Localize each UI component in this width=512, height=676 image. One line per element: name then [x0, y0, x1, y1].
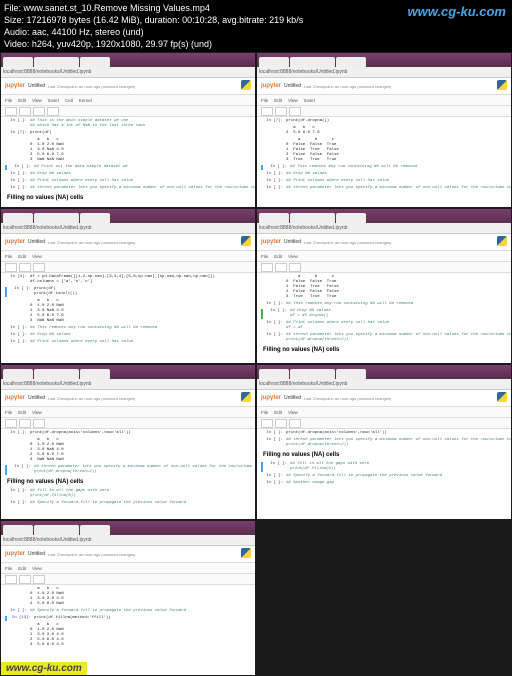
file-info-header: File: www.sanet.st_10.Remove Missing Val… — [0, 0, 512, 52]
checkpoint-status: Last Checkpoint: an hour ago (unsaved ch… — [48, 84, 135, 89]
thumbnail-3[interactable]: localhost:8888/notebooks/Untitled.ipynb … — [1, 209, 255, 363]
thumbnail-4[interactable]: localhost:8888/notebooks/Untitled.ipynb … — [257, 209, 511, 363]
watermark-top: www.cg-ku.com — [408, 4, 506, 19]
url-bar[interactable]: localhost:8888/notebooks/Untitled.ipynb — [1, 67, 255, 78]
audio-line: Audio: aac, 44100 Hz, stereo (und) — [4, 26, 508, 38]
url-bar[interactable]: localhost:8888/notebooks/Untitled.ipynb — [257, 67, 511, 78]
notebook-header: jupyter Untitled Last Checkpoint: an hou… — [1, 78, 255, 95]
code-cell-selected: In [ ]:## thresh parameter lets you spec… — [5, 465, 251, 475]
python-logo-icon — [241, 80, 251, 90]
video-line: Video: h264, yuv420p, 1920x1080, 29.97 f… — [4, 38, 508, 50]
code-cell-selected: In [ ]:## Print out the data simple data… — [5, 165, 251, 170]
thumbnail-7[interactable]: localhost:8888/notebooks/Untitled.ipynb … — [1, 521, 255, 675]
markdown-heading: Filling no values (NA) cells — [263, 347, 505, 353]
markdown-heading: Filling no values (NA) cells — [7, 195, 249, 201]
watermark-bottom: www.cg-ku.com — [1, 662, 87, 675]
add-icon[interactable] — [19, 107, 31, 116]
thumbnail-empty — [257, 521, 511, 675]
code-cell-editing: In [ ]:## Drop NA values df = df.dropna(… — [261, 309, 507, 319]
menu-bar[interactable]: File Edit View Insert Cell Kernel — [1, 95, 255, 106]
browser-tab[interactable] — [80, 57, 110, 67]
code-cell-selected: In [ ]:## This removes any row containin… — [261, 165, 507, 170]
code-cell: In [7]:print(df) — [5, 131, 251, 136]
code-cell-selected: In [ ]:print(df) print(df.isnull()) — [5, 287, 251, 297]
run-icon[interactable] — [47, 107, 59, 116]
cut-icon[interactable] — [33, 107, 45, 116]
thumbnail-5[interactable]: localhost:8888/notebooks/Untitled.ipynb … — [1, 365, 255, 519]
jupyter-logo: jupyter — [5, 83, 25, 89]
toolbar — [1, 106, 255, 117]
notebook-title[interactable]: Untitled — [28, 83, 45, 89]
code-cell-selected: In [ ]:## fill in all the gaps with zero… — [261, 462, 507, 472]
output-cell: a b c 0 1.0 2.0 NaN 1 3.0 NaN 4.0 2 5.0 … — [5, 138, 251, 163]
code-cell: In [ ]:## This is the main simple datase… — [5, 119, 251, 129]
thumbnail-1[interactable]: localhost:8888/notebooks/Untitled.ipynb … — [1, 53, 255, 207]
markdown-heading: Filling no values (NA) cells — [7, 479, 249, 485]
code-cell: In [ ]:## Drop NA values — [5, 172, 251, 177]
thumbnail-6[interactable]: localhost:8888/notebooks/Untitled.ipynb … — [257, 365, 511, 519]
markdown-heading: Filling no values (NA) cells — [263, 452, 505, 458]
code-cell-selected: In [13]:print(df.fillna(method='ffill')) — [5, 616, 251, 621]
code-cell: In [ ]:## thresh parameter lets you spec… — [5, 186, 251, 191]
thumbnail-2[interactable]: localhost:8888/notebooks/Untitled.ipynb … — [257, 53, 511, 207]
save-icon[interactable] — [5, 107, 17, 116]
thumbnail-grid: localhost:8888/notebooks/Untitled.ipynb … — [0, 52, 512, 676]
browser-tab-active[interactable] — [34, 57, 79, 67]
code-cell: In [ ]:## Print columns where every cell… — [5, 179, 251, 184]
browser-tabs — [1, 53, 255, 67]
browser-tab[interactable] — [3, 57, 33, 67]
